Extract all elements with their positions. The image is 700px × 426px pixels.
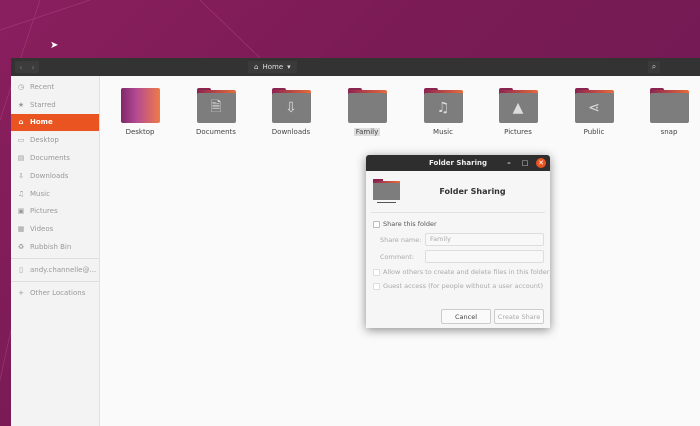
sidebar-item-downloads[interactable]: ⇩ Downloads [11, 167, 99, 185]
folder-desktop[interactable]: Desktop [110, 88, 170, 136]
folder-sharing-dialog: Folder Sharing – □ ✕ Folder Sharing Share … [366, 155, 550, 328]
folder-label: Family [353, 128, 381, 136]
sidebar-label: Recent [30, 82, 55, 91]
sidebar-item-documents[interactable]: ▤ Documents [11, 149, 99, 167]
video-icon: ▦ [17, 225, 25, 234]
dialog-titlebar[interactable]: Folder Sharing – □ ✕ [366, 155, 550, 171]
search-button[interactable]: ⌕ [648, 61, 660, 73]
folder-downloads[interactable]: ⇩ Downloads [261, 88, 321, 136]
folder-icon [120, 88, 160, 123]
minimize-button[interactable]: – [504, 158, 514, 168]
folder-documents[interactable]: 🗎 Documents [186, 88, 246, 136]
folder-icon: ⇩ [271, 88, 311, 123]
home-icon: ⌂ [254, 63, 259, 71]
home-icon: ⌂ [18, 118, 24, 127]
folder-icon: ⋖ [574, 88, 614, 123]
sidebar-item-rubbish-bin[interactable]: ♻ Rubbish Bin [11, 238, 99, 256]
music-icon: ♫ [423, 93, 463, 123]
download-icon: ⇩ [18, 171, 24, 180]
shared-folder-icon [373, 179, 400, 204]
divider [11, 280, 99, 282]
folder-family[interactable]: Family [337, 88, 397, 136]
guest-access-checkbox[interactable]: Guest access (for people without a user … [366, 279, 550, 293]
sidebar-label: Videos [30, 225, 54, 234]
dropdown-icon[interactable]: ▾ [287, 63, 291, 71]
maximize-button[interactable]: □ [520, 158, 530, 168]
sidebar-label: Pictures [30, 207, 58, 216]
folder-label: snap [660, 128, 678, 136]
sidebar-item-videos[interactable]: ▦ Videos [11, 220, 99, 238]
sidebar-item-home[interactable]: ⌂ Home [11, 113, 99, 132]
sidebar-label: Downloads [30, 171, 69, 180]
checkbox-label: Allow others to create and delete files … [383, 268, 550, 276]
sidebar-item-starred[interactable]: ★ Starred [11, 96, 99, 114]
sidebar-item-other-locations[interactable]: + Other Locations [11, 284, 99, 302]
plus-icon: + [18, 288, 24, 297]
folder-label: Desktop [125, 128, 155, 136]
document-icon: 🗎 [196, 93, 236, 123]
folder-label: Documents [196, 128, 236, 136]
sidebar-item-recent[interactable]: ◷ Recent [11, 78, 99, 96]
share-folder-checkbox[interactable]: Share this folder [366, 217, 550, 231]
folder-label: Music [433, 128, 453, 136]
folder-icon: ▲ [498, 88, 538, 123]
header-bar: ‹ › ⌂ Home ▾ ⌕ [11, 58, 700, 76]
sidebar-label: Music [30, 189, 50, 198]
folder-icon [347, 88, 387, 123]
download-icon: ⇩ [271, 93, 311, 123]
document-icon: ▤ [17, 154, 25, 163]
sidebar-label: Desktop [30, 136, 59, 145]
folder-music[interactable]: ♫ Music [413, 88, 473, 136]
folder-icon: ♫ [423, 88, 463, 123]
comment-label: Comment: [380, 252, 415, 261]
sidebar-item-pictures[interactable]: ▣ Pictures [11, 203, 99, 221]
path-label: Home [262, 63, 284, 71]
sidebar-label: Home [30, 118, 53, 127]
sidebar: ◷ Recent ★ Starred ⌂ Home ▭ Desktop ▤ Documen… [11, 76, 100, 426]
path-bar-home[interactable]: ⌂ Home ▾ [248, 61, 297, 73]
folder-pictures[interactable]: ▲ Pictures [488, 88, 548, 136]
sidebar-label: Documents [30, 154, 70, 163]
close-button[interactable]: ✕ [536, 158, 546, 168]
checkbox-label: Guest access (for people without a user … [383, 282, 543, 290]
picture-icon: ▣ [17, 207, 25, 216]
comment-input[interactable] [425, 250, 544, 263]
clock-icon: ◷ [17, 82, 25, 91]
picture-icon: ▲ [498, 93, 538, 123]
desktop-icon: ▭ [17, 136, 25, 145]
file-manager-window: ‹ › ⌂ Home ▾ ⌕ ◷ Recent ★ Starred ⌂ Home ▭ Desk… [11, 58, 700, 426]
share-name-input[interactable]: Family [425, 233, 544, 246]
folder-icon [649, 88, 689, 123]
sidebar-label: Rubbish Bin [30, 243, 72, 252]
sidebar-label: andy.channelle@... [30, 265, 97, 274]
dialog-heading: Folder Sharing [439, 187, 506, 196]
mouse-cursor: ➤ [50, 40, 59, 51]
sidebar-label: Starred [30, 100, 56, 109]
forward-button[interactable]: › [27, 61, 39, 73]
sidebar-item-desktop[interactable]: ▭ Desktop [11, 131, 99, 149]
divider [11, 257, 99, 259]
folder-public[interactable]: ⋖ Public [564, 88, 624, 136]
share-icon: ⋖ [574, 93, 614, 123]
trash-icon: ♻ [17, 243, 25, 252]
folder-label: Downloads [271, 128, 311, 136]
sidebar-label: Other Locations [30, 288, 86, 297]
sidebar-item-account[interactable]: ▯ andy.channelle@... [11, 261, 99, 279]
drive-icon: ▯ [19, 265, 23, 274]
back-button[interactable]: ‹ [15, 61, 27, 73]
checkbox-label: Share this folder [383, 220, 437, 228]
folder-icon: 🗎 [196, 88, 236, 123]
folder-label: Public [583, 128, 605, 136]
share-name-label: Share name: [380, 235, 422, 244]
dialog-title: Folder Sharing [429, 159, 487, 167]
music-icon: ♫ [17, 189, 25, 198]
allow-others-checkbox[interactable]: Allow others to create and delete files … [366, 265, 550, 279]
folder-label: Pictures [504, 128, 532, 136]
create-share-button[interactable]: Create Share [494, 309, 544, 324]
sidebar-item-music[interactable]: ♫ Music [11, 185, 99, 203]
folder-snap[interactable]: snap [639, 88, 699, 136]
cancel-button[interactable]: Cancel [441, 309, 491, 324]
star-icon: ★ [17, 100, 25, 109]
